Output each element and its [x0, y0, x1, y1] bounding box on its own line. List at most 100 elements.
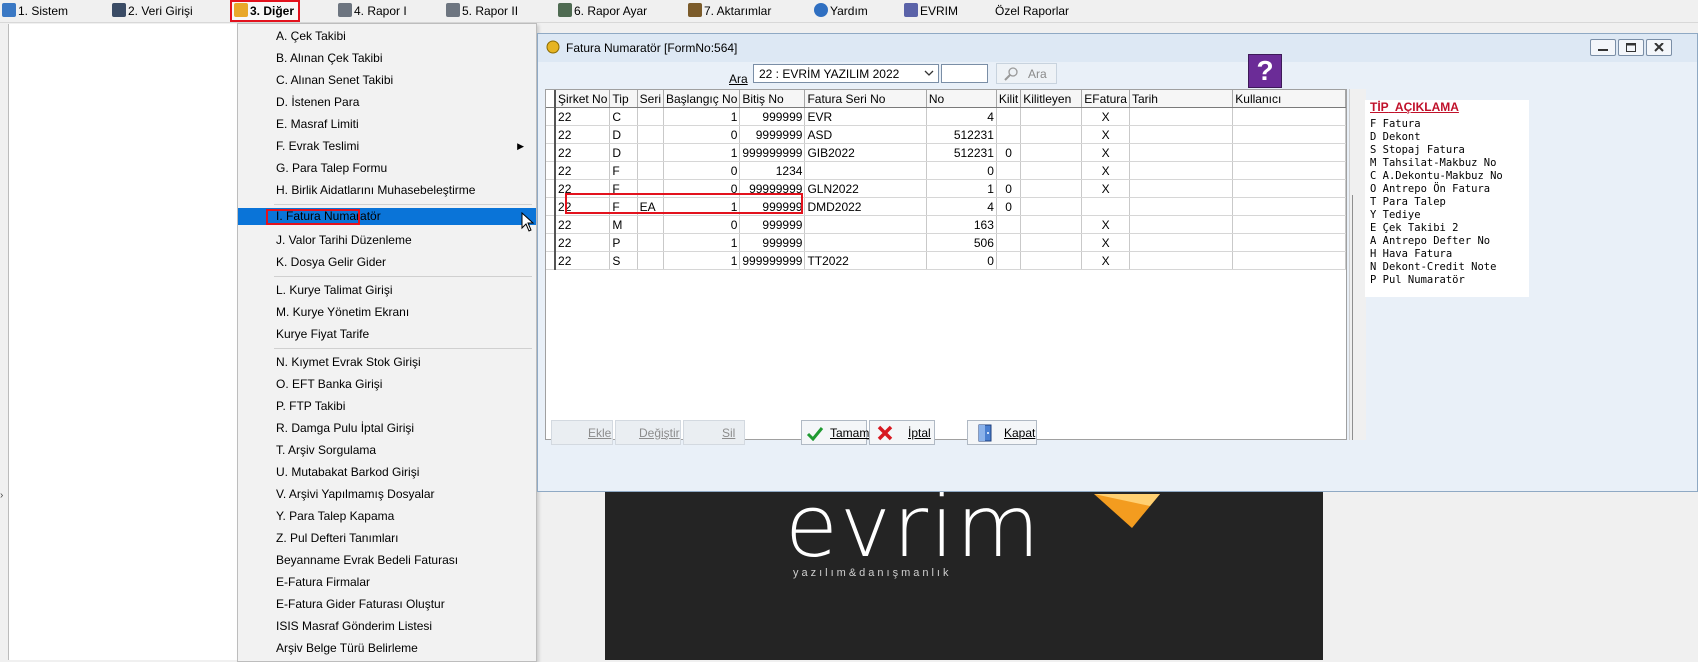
table-cell[interactable]: 22 [555, 251, 611, 270]
menu-item-kurye-fiyat-tarife[interactable]: Kurye Fiyat Tarife [238, 324, 536, 344]
table-cell[interactable] [996, 251, 1022, 270]
table-cell[interactable]: 0 [663, 179, 741, 198]
table-cell[interactable] [996, 161, 1022, 180]
table-cell[interactable]: TT2022 [804, 251, 927, 270]
table-cell[interactable] [637, 179, 665, 198]
table-cell[interactable] [996, 215, 1022, 234]
menu-item-damga-pulu[interactable]: R. Damga Pulu İptal Girişi [238, 418, 536, 438]
table-cell[interactable]: 1 [663, 233, 741, 252]
table-cell[interactable] [804, 215, 927, 234]
row-indicator[interactable] [546, 233, 557, 252]
table-cell[interactable] [804, 233, 927, 252]
table-cell[interactable]: 22 [555, 179, 611, 198]
table-cell[interactable]: 999999999 [739, 251, 806, 270]
search-input[interactable] [941, 64, 988, 83]
menu-rapor-ayar[interactable]: 6. Rapor Ayar [558, 2, 647, 20]
menu-item-alinan-senet-takibi[interactable]: C. Alınan Senet Takibi [238, 70, 536, 90]
table-cell[interactable] [1020, 197, 1083, 216]
menu-ozel-raporlar[interactable]: Özel Raporlar [995, 2, 1069, 20]
menu-item-para-talep-kapama[interactable]: Y. Para Talep Kapama [238, 506, 536, 526]
table-cell[interactable]: 1 [663, 251, 741, 270]
table-cell[interactable] [637, 233, 665, 252]
table-cell[interactable]: GLN2022 [804, 179, 927, 198]
table-cell[interactable]: S [609, 251, 638, 270]
table-cell[interactable]: 1 [926, 179, 997, 198]
table-cell[interactable]: 99999999 [739, 179, 806, 198]
table-cell[interactable]: 9999999 [739, 125, 806, 144]
table-cell[interactable] [1020, 233, 1083, 252]
col-kullanici[interactable]: Kullanıcı [1232, 90, 1346, 108]
table-cell[interactable]: 22 [555, 197, 611, 216]
row-indicator[interactable] [546, 215, 557, 234]
col-tarih[interactable]: Tarih [1129, 90, 1234, 108]
table-row[interactable]: 22 D 1 999999999 GIB2022 512231 0 X [546, 143, 1346, 162]
kapat-button[interactable]: Kapat [967, 420, 1037, 445]
row-indicator[interactable] [546, 125, 557, 144]
row-indicator[interactable] [546, 179, 557, 198]
menu-sistem[interactable]: 1. Sistem [2, 2, 68, 20]
table-cell[interactable] [637, 143, 665, 162]
table-cell[interactable]: D [609, 125, 638, 144]
table-cell[interactable]: 0 [996, 143, 1022, 162]
table-cell[interactable]: 4 [926, 107, 997, 126]
table-cell[interactable]: 1234 [739, 161, 806, 180]
menu-item-kiymet-evrak[interactable]: N. Kıymet Evrak Stok Girişi [238, 352, 536, 372]
table-cell[interactable]: 1 [663, 197, 741, 216]
menu-diger[interactable]: 3. Diğer [229, 0, 301, 22]
table-cell[interactable] [1232, 179, 1346, 198]
table-cell[interactable] [996, 233, 1022, 252]
table-cell[interactable] [1020, 143, 1083, 162]
table-cell[interactable]: 1 [663, 143, 741, 162]
table-cell[interactable]: 0 [663, 161, 741, 180]
help-button[interactable]: ? [1248, 54, 1282, 88]
table-cell[interactable]: X [1081, 161, 1130, 180]
table-cell[interactable]: X [1081, 107, 1130, 126]
menu-item-dosya-gelir-gider[interactable]: K. Dosya Gelir Gider [238, 252, 536, 272]
menu-aktarimlar[interactable]: 7. Aktarımlar [688, 2, 771, 20]
table-cell[interactable]: 999999 [739, 197, 806, 216]
table-cell[interactable]: 999999999 [739, 143, 806, 162]
table-cell[interactable] [1232, 107, 1346, 126]
table-row[interactable]: 22 F 0 1234 0 X [546, 161, 1346, 180]
col-seri[interactable]: Seri [637, 90, 665, 108]
col-fatura-seri-no[interactable]: Fatura Seri No [804, 90, 927, 108]
menu-item-beyanname-evrak[interactable]: Beyanname Evrak Bedeli Faturası [238, 550, 536, 570]
table-cell[interactable] [996, 107, 1022, 126]
table-cell[interactable]: 0 [926, 161, 997, 180]
row-indicator[interactable] [546, 143, 557, 162]
ekle-button[interactable]: Ekle [551, 420, 613, 445]
table-row[interactable]: 22 M 0 999999 163 X [546, 215, 1346, 234]
table-cell[interactable] [1020, 107, 1083, 126]
menu-item-kurye-yonetim[interactable]: M. Kurye Yönetim Ekranı [238, 302, 536, 322]
table-cell[interactable] [1232, 143, 1346, 162]
table-cell[interactable] [1081, 197, 1130, 216]
table-row[interactable]: 22 C 1 999999 EVR 4 X [546, 107, 1346, 126]
table-cell[interactable]: F [609, 179, 638, 198]
table-cell[interactable] [1129, 161, 1234, 180]
table-cell[interactable]: 0 [926, 251, 997, 270]
row-indicator[interactable] [546, 251, 557, 270]
table-cell[interactable]: 0 [663, 125, 741, 144]
table-cell[interactable]: X [1081, 215, 1130, 234]
table-cell[interactable]: EVR [804, 107, 927, 126]
table-row[interactable]: 22 P 1 999999 506 X [546, 233, 1346, 252]
table-cell[interactable]: 22 [555, 215, 611, 234]
menu-item-evrak-teslimi[interactable]: F. Evrak Teslimi ▶ [238, 136, 536, 156]
menu-item-cek-takibi[interactable]: A. Çek Takibi [238, 26, 536, 46]
menu-item-efatura-gider[interactable]: E-Fatura Gider Faturası Oluştur [238, 594, 536, 614]
table-cell[interactable] [637, 107, 665, 126]
table-cell[interactable]: 22 [555, 107, 611, 126]
table-cell[interactable]: 22 [555, 143, 611, 162]
menu-item-fatura-numarator[interactable]: I. Fatura Numaratör [238, 208, 536, 225]
table-cell[interactable] [1129, 107, 1234, 126]
close-button[interactable] [1646, 39, 1672, 56]
table-row[interactable]: 22 F 0 99999999 GLN2022 1 0 X [546, 179, 1346, 198]
table-cell[interactable]: 1 [663, 107, 741, 126]
table-cell[interactable]: 512231 [926, 125, 997, 144]
menu-item-birlik-aidatlari[interactable]: H. Birlik Aidatlarını Muhasebeleştirme [238, 180, 536, 200]
col-efatura[interactable]: EFatura [1081, 90, 1130, 108]
maximize-button[interactable] [1618, 39, 1644, 56]
table-cell[interactable]: 4 [926, 197, 997, 216]
table-cell[interactable]: 0 [996, 179, 1022, 198]
minimize-button[interactable] [1590, 39, 1616, 56]
